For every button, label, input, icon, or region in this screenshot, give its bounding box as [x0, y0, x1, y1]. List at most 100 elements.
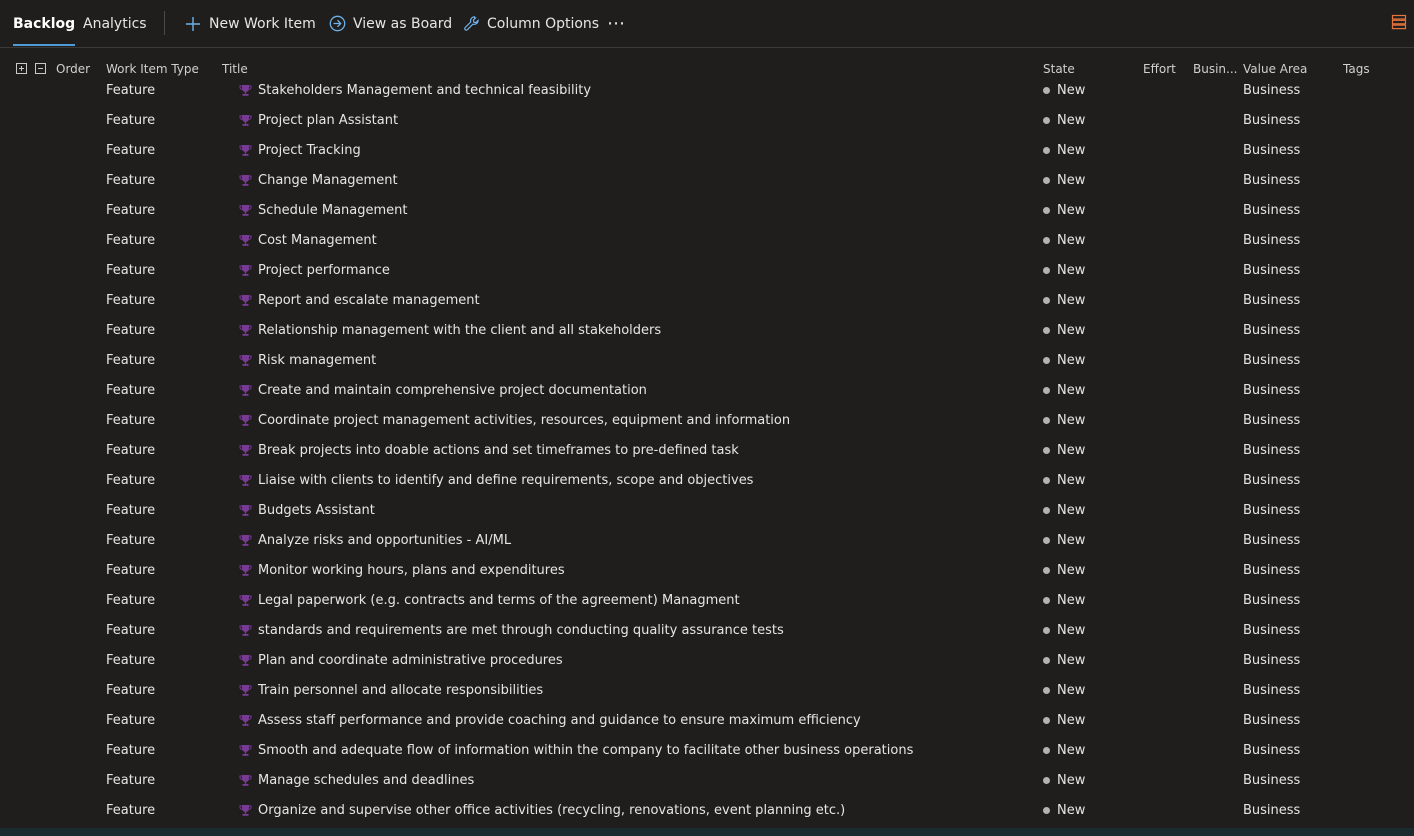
work-item-title-cell[interactable]: Smooth and adequate flow of information …: [239, 743, 913, 758]
table-row[interactable]: Feature Project performance New Business: [0, 255, 1414, 285]
work-item-title[interactable]: Schedule Management: [258, 203, 408, 218]
value-area: Business: [1243, 263, 1301, 278]
expand-all-icon[interactable]: [16, 63, 27, 74]
tab-analytics[interactable]: Analytics: [83, 0, 147, 47]
work-item-title[interactable]: Create and maintain comprehensive projec…: [258, 383, 647, 398]
table-row[interactable]: Feature Change Management New Business: [0, 165, 1414, 195]
state-label: New: [1057, 683, 1086, 698]
work-item-title[interactable]: Analyze risks and opportunities - AI/ML: [258, 533, 511, 548]
column-header-tags[interactable]: Tags: [1343, 62, 1370, 76]
table-row[interactable]: Feature Assess staff performance and prov…: [0, 705, 1414, 735]
work-item-title-cell[interactable]: Break projects into doable actions and s…: [239, 443, 739, 458]
work-item-title[interactable]: Legal paperwork (e.g. contracts and term…: [258, 593, 740, 608]
table-row[interactable]: Feature Train personnel and allocate resp…: [0, 675, 1414, 705]
table-row[interactable]: Feature Analyze risks and opportunities -…: [0, 525, 1414, 555]
work-item-title[interactable]: Project Tracking: [258, 143, 361, 158]
work-item-title[interactable]: Break projects into doable actions and s…: [258, 443, 739, 458]
work-item-title[interactable]: Assess staff performance and provide coa…: [258, 713, 861, 728]
table-row[interactable]: Feature Project Tracking New Business: [0, 135, 1414, 165]
work-item-title[interactable]: Project performance: [258, 263, 390, 278]
table-row[interactable]: Feature Cost Management New Business: [0, 225, 1414, 255]
column-header-business[interactable]: Busin...: [1193, 62, 1237, 76]
view-as-board-button[interactable]: View as Board: [328, 0, 452, 47]
column-header-type[interactable]: Work Item Type: [106, 62, 199, 76]
table-row[interactable]: Feature Break projects into doable action…: [0, 435, 1414, 465]
work-item-title[interactable]: Coordinate project management activities…: [258, 413, 790, 428]
work-item-title-cell[interactable]: Schedule Management: [239, 203, 408, 218]
work-item-title-cell[interactable]: Liaise with clients to identify and defi…: [239, 473, 753, 488]
table-row[interactable]: Feature Plan and coordinate administrativ…: [0, 645, 1414, 675]
work-item-title-cell[interactable]: Change Management: [239, 173, 398, 188]
work-item-title-cell[interactable]: Create and maintain comprehensive projec…: [239, 383, 647, 398]
work-item-title[interactable]: Cost Management: [258, 233, 377, 248]
work-item-title-cell[interactable]: Report and escalate management: [239, 293, 480, 308]
column-header-effort[interactable]: Effort: [1143, 62, 1176, 76]
work-item-title-cell[interactable]: Cost Management: [239, 233, 377, 248]
work-item-title[interactable]: standards and requirements are met throu…: [258, 623, 784, 638]
work-item-title-cell[interactable]: Project plan Assistant: [239, 113, 398, 128]
value-area: Business: [1243, 533, 1301, 548]
work-item-title[interactable]: Manage schedules and deadlines: [258, 773, 474, 788]
work-item-title-cell[interactable]: standards and requirements are met throu…: [239, 623, 784, 638]
column-header-value-area[interactable]: Value Area: [1243, 62, 1307, 76]
work-item-title[interactable]: Train personnel and allocate responsibil…: [258, 683, 543, 698]
work-item-title[interactable]: Liaise with clients to identify and defi…: [258, 473, 753, 488]
table-row[interactable]: Feature Liaise with clients to identify a…: [0, 465, 1414, 495]
work-item-title[interactable]: Plan and coordinate administrative proce…: [258, 653, 563, 668]
table-row[interactable]: Feature Smooth and adequate flow of infor…: [0, 735, 1414, 765]
work-item-title-cell[interactable]: Organize and supervise other office acti…: [239, 803, 845, 818]
table-row[interactable]: Feature Project plan Assistant New Business: [0, 105, 1414, 135]
table-row[interactable]: Feature Organize and supervise other offi…: [0, 795, 1414, 825]
work-item-title-cell[interactable]: Relationship management with the client …: [239, 323, 661, 338]
work-item-title-cell[interactable]: Plan and coordinate administrative proce…: [239, 653, 563, 668]
new-work-item-button[interactable]: New Work Item: [184, 0, 316, 47]
table-row[interactable]: Feature Report and escalate management New…: [0, 285, 1414, 315]
work-item-title[interactable]: Budgets Assistant: [258, 503, 375, 518]
table-row[interactable]: Feature Risk management New Business: [0, 345, 1414, 375]
table-row[interactable]: Feature Legal paperwork (e.g. contracts a…: [0, 585, 1414, 615]
collapse-all-icon[interactable]: [35, 63, 46, 74]
work-item-title[interactable]: Relationship management with the client …: [258, 323, 661, 338]
work-item-title[interactable]: Risk management: [258, 353, 376, 368]
work-item-title-cell[interactable]: Project Tracking: [239, 143, 361, 158]
horizontal-scrollbar[interactable]: [0, 828, 1414, 836]
column-options-label: Column Options: [487, 15, 600, 32]
work-item-title-cell[interactable]: Project performance: [239, 263, 390, 278]
column-header-title[interactable]: Title: [222, 62, 248, 76]
table-row[interactable]: Feature Schedule Management New Business: [0, 195, 1414, 225]
column-options-button[interactable]: Column Options: [462, 0, 599, 47]
work-item-title-cell[interactable]: Monitor working hours, plans and expendi…: [239, 563, 565, 578]
table-row[interactable]: Feature Coordinate project management act…: [0, 405, 1414, 435]
work-item-title-cell[interactable]: Budgets Assistant: [239, 503, 375, 518]
work-item-title-cell[interactable]: Assess staff performance and provide coa…: [239, 713, 861, 728]
trophy-icon: [239, 414, 252, 427]
tab-backlog[interactable]: Backlog: [13, 0, 76, 47]
work-item-title-cell[interactable]: Analyze risks and opportunities - AI/ML: [239, 533, 511, 548]
work-item-title-cell[interactable]: Manage schedules and deadlines: [239, 773, 474, 788]
table-row[interactable]: Feature Monitor working hours, plans and …: [0, 555, 1414, 585]
table-row[interactable]: Feature standards and requirements are me…: [0, 615, 1414, 645]
work-item-title[interactable]: Organize and supervise other office acti…: [258, 803, 845, 818]
column-header-order[interactable]: Order: [56, 62, 90, 76]
value-area: Business: [1243, 293, 1301, 308]
work-item-title[interactable]: Change Management: [258, 173, 398, 188]
work-item-title-cell[interactable]: Coordinate project management activities…: [239, 413, 790, 428]
trophy-icon: [239, 174, 252, 187]
work-item-title[interactable]: Stakeholders Management and technical fe…: [258, 83, 591, 98]
table-row[interactable]: Feature Create and maintain comprehensive…: [0, 375, 1414, 405]
table-row[interactable]: Feature Stakeholders Management and techn…: [0, 75, 1414, 105]
table-row[interactable]: Feature Manage schedules and deadlines New…: [0, 765, 1414, 795]
work-item-title[interactable]: Smooth and adequate flow of information …: [258, 743, 913, 758]
work-item-title-cell[interactable]: Risk management: [239, 353, 376, 368]
table-row[interactable]: Feature Relationship management with the …: [0, 315, 1414, 345]
work-item-title[interactable]: Monitor working hours, plans and expendi…: [258, 563, 565, 578]
more-actions-button[interactable]: ⋯: [607, 0, 626, 47]
table-row[interactable]: Feature Budgets Assistant New Business: [0, 495, 1414, 525]
work-item-title-cell[interactable]: Train personnel and allocate responsibil…: [239, 683, 543, 698]
work-item-title-cell[interactable]: Legal paperwork (e.g. contracts and term…: [239, 593, 740, 608]
work-item-title[interactable]: Project plan Assistant: [258, 113, 398, 128]
work-item-title[interactable]: Report and escalate management: [258, 293, 480, 308]
work-item-title-cell[interactable]: Stakeholders Management and technical fe…: [239, 83, 591, 98]
side-panel-icon[interactable]: [1391, 14, 1409, 32]
column-header-state[interactable]: State: [1043, 62, 1075, 76]
